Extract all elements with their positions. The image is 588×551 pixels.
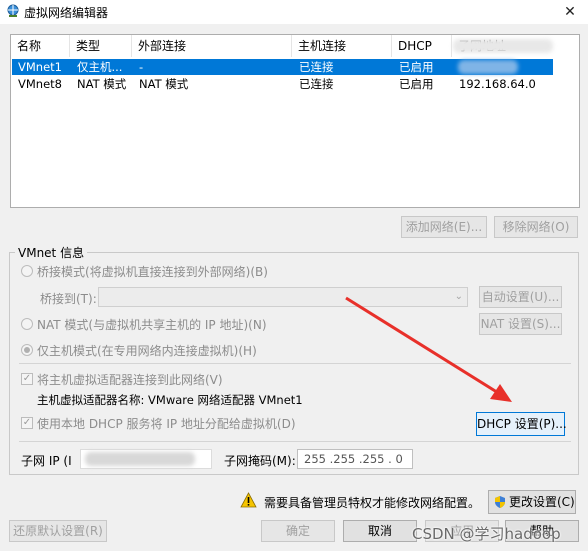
auto-settings-button[interactable]: 自动设置(U)... bbox=[479, 286, 562, 308]
cell-dhcp: 已启用 bbox=[399, 77, 434, 91]
subnet-ip-label: 子网 IP (I bbox=[21, 454, 72, 468]
dhcp-settings-button[interactable]: DHCP 设置(P)... bbox=[476, 412, 567, 436]
remove-network-button[interactable]: 移除网络(O) bbox=[494, 216, 578, 238]
column-header-host[interactable]: 主机连接 bbox=[292, 35, 392, 57]
redacted-header-area bbox=[453, 39, 553, 53]
column-header-name[interactable]: 名称 bbox=[11, 35, 70, 57]
network-globe-icon bbox=[6, 4, 20, 18]
change-settings-label: 更改设置(C) bbox=[509, 495, 575, 509]
change-settings-button[interactable]: 更改设置(C) bbox=[488, 490, 576, 514]
cell-host: 已连接 bbox=[299, 77, 334, 91]
use-dhcp-checkbox[interactable]: ✓ bbox=[21, 417, 33, 429]
warning-icon bbox=[240, 492, 257, 508]
bridged-mode-radio[interactable] bbox=[21, 265, 33, 277]
bridged-to-label: 桥接到(T): bbox=[40, 292, 97, 306]
nat-mode-radio[interactable] bbox=[21, 318, 33, 330]
window-title: 虚拟网络编辑器 bbox=[24, 6, 109, 20]
add-network-button[interactable]: 添加网络(E)... bbox=[401, 216, 487, 238]
cancel-button[interactable]: 取消 bbox=[343, 520, 417, 542]
close-button[interactable]: ✕ bbox=[552, 0, 588, 24]
cell-host: 已连接 bbox=[299, 60, 334, 74]
cell-external: - bbox=[139, 60, 144, 74]
ok-button[interactable]: 确定 bbox=[261, 520, 335, 542]
cell-subnet: 192.168.64.0 bbox=[459, 77, 536, 91]
adapter-name-text: 主机虚拟适配器名称: VMware 网络适配器 VMnet1 bbox=[37, 393, 303, 407]
shield-icon bbox=[493, 495, 507, 509]
cell-type: NAT 模式 bbox=[77, 77, 127, 91]
use-dhcp-label[interactable]: 使用本地 DHCP 服务将 IP 地址分配给虚拟机(D) bbox=[37, 415, 296, 432]
cell-name: VMnet8 bbox=[18, 77, 62, 91]
table-row[interactable]: VMnet1 仅主机... - 已连接 已启用 bbox=[12, 59, 553, 75]
nat-mode-label[interactable]: NAT 模式(与虚拟机共享主机的 IP 地址)(N) bbox=[37, 316, 267, 333]
admin-warning-text: 需要具备管理员特权才能修改网络配置。 bbox=[264, 496, 481, 510]
subnet-mask-field[interactable]: 255 .255 .255 . 0 bbox=[297, 449, 413, 469]
csdn-watermark: CSDN @学习hadoop bbox=[412, 525, 561, 543]
vmnet-info-legend: VMnet 信息 bbox=[15, 244, 88, 261]
table-row[interactable]: VMnet8 NAT 模式 NAT 模式 已连接 已启用 192.168.64.… bbox=[12, 76, 553, 92]
host-only-mode-radio[interactable] bbox=[21, 344, 33, 356]
cell-name: VMnet1 bbox=[18, 60, 62, 74]
redacted-subnet-ip bbox=[85, 452, 195, 466]
chevron-down-icon: ⌄ bbox=[454, 291, 463, 302]
cell-type: 仅主机... bbox=[77, 60, 123, 74]
connect-adapter-label[interactable]: 将主机虚拟适配器连接到此网络(V) bbox=[37, 371, 223, 388]
redacted-subnet bbox=[458, 60, 518, 74]
divider bbox=[19, 441, 571, 442]
column-header-type[interactable]: 类型 bbox=[70, 35, 132, 57]
connect-adapter-checkbox[interactable]: ✓ bbox=[21, 373, 33, 385]
cell-external: NAT 模式 bbox=[139, 77, 189, 91]
column-header-dhcp[interactable]: DHCP bbox=[392, 35, 452, 57]
cell-dhcp: 已启用 bbox=[399, 60, 434, 74]
nat-settings-button[interactable]: NAT 设置(S)... bbox=[479, 313, 562, 335]
host-only-mode-label[interactable]: 仅主机模式(在专用网络内连接虚拟机)(H) bbox=[37, 342, 257, 359]
column-header-external[interactable]: 外部连接 bbox=[132, 35, 292, 57]
subnet-ip-field[interactable] bbox=[80, 449, 212, 469]
subnet-mask-label: 子网掩码(M): bbox=[224, 454, 296, 468]
network-table[interactable]: 名称 类型 外部连接 主机连接 DHCP 子网地址 VMnet1 仅主机... … bbox=[10, 34, 580, 208]
restore-defaults-button[interactable]: 还原默认设置(R) bbox=[9, 520, 107, 542]
bridged-to-select[interactable]: ⌄ bbox=[98, 287, 468, 307]
bridged-mode-label[interactable]: 桥接模式(将虚拟机直接连接到外部网络)(B) bbox=[37, 263, 268, 280]
divider bbox=[19, 363, 571, 364]
